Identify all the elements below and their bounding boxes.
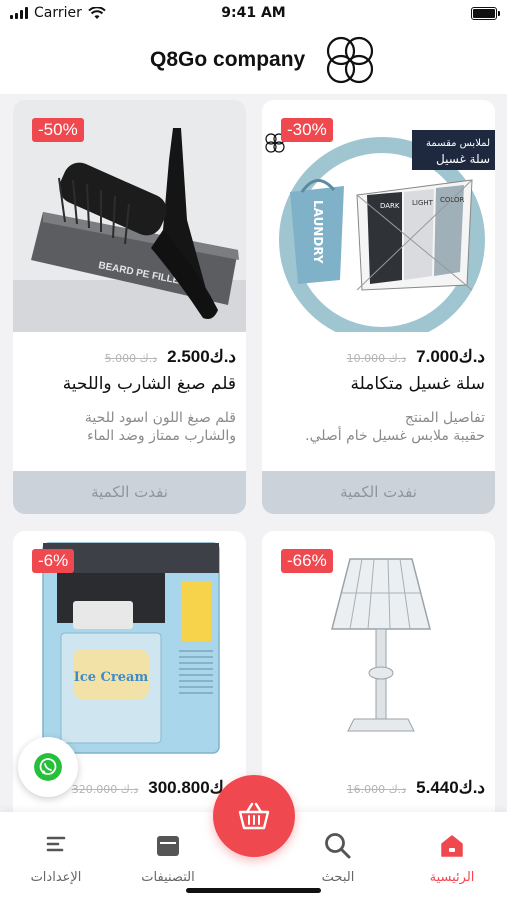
ice-cream-label: Ice Cream (74, 670, 149, 685)
product-title: قلم صبغ الشارب واللحية (62, 374, 236, 394)
basket-icon (238, 802, 270, 830)
laundry-banner-line-1: لملابس مقسمة (426, 138, 490, 149)
menu-lines-icon (46, 836, 66, 852)
sold-out-button[interactable]: نفدت الكمية (262, 471, 495, 514)
price-row: 320.000 د.ك 300.800د.ك (72, 778, 236, 798)
status-bar: Carrier 9:41 AM (0, 0, 507, 28)
product-card-laundry[interactable]: لملابس مقسمة سلة غسيل LAUNDRY DARK LIGHT… (262, 100, 495, 514)
company-logo (326, 36, 374, 84)
nav-home[interactable]: الرئيسية (402, 812, 502, 900)
laundry-banner-line-2: سلة غسيل (436, 152, 490, 166)
nav-label-home: الرئيسية (429, 870, 475, 885)
product-card-crystal-lamp[interactable]: -66% 16.000 د.ك 5.440د.ك (262, 531, 495, 821)
laundry-label-color: COLOR (440, 196, 465, 204)
nav-settings[interactable]: الإعدادات (6, 812, 106, 900)
product-title: سلة غسيل متكاملة (350, 374, 485, 394)
app-header: Q8Go company (0, 28, 507, 94)
discount-badge: -30% (281, 118, 333, 142)
categories-icon (157, 836, 179, 856)
status-time: 9:41 AM (221, 5, 286, 21)
nav-label-categories: التصنيفات (141, 870, 195, 885)
product-desc-line-1: تفاصيل المنتج (404, 410, 485, 426)
nav-categories[interactable]: التصنيفات (118, 812, 218, 900)
whatsapp-button[interactable] (18, 737, 78, 797)
new-price: 2.500د.ك (167, 347, 236, 366)
old-price: 5.000 د.ك (104, 352, 158, 365)
new-price: 7.000د.ك (416, 347, 485, 366)
battery-icon (471, 7, 500, 20)
price-row: 10.000 د.ك 7.000د.ك (347, 347, 485, 367)
product-desc-line-1: قلم صبغ اللون اسود للحية (84, 410, 236, 426)
discount-badge: -6% (32, 549, 75, 573)
new-price: 5.440د.ك (416, 778, 485, 797)
sold-out-button[interactable]: نفدت الكمية (13, 471, 246, 514)
product-card-beard-pen[interactable]: BEARD PE FILLER -50% 5.000 د.ك 2.500د.ك … (13, 100, 246, 514)
price-row: 5.000 د.ك 2.500د.ك (105, 347, 236, 367)
laundry-label-dark: DARK (380, 202, 400, 210)
cart-button[interactable] (213, 775, 295, 857)
nav-label-settings: الإعدادات (30, 870, 82, 885)
discount-badge: -50% (32, 118, 84, 142)
product-desc-line-2: والشارب ممتاز وضد الماء (87, 428, 236, 444)
home-icon (441, 835, 463, 857)
home-indicator (186, 888, 321, 893)
nav-search[interactable]: البحث (288, 812, 388, 900)
old-price: 10.000 د.ك (346, 352, 407, 365)
old-price: 16.000 د.ك (346, 783, 407, 796)
old-price: 320.000 د.ك (71, 783, 139, 796)
laundry-bag-label: LAUNDRY (311, 200, 325, 264)
search-icon (325, 833, 351, 859)
product-desc-line-2: حقيبة ملابس غسيل خام أصلي. (305, 428, 485, 444)
nav-label-search: البحث (321, 870, 355, 885)
discount-badge: -66% (281, 549, 333, 573)
company-name: Q8Go company (150, 48, 306, 71)
whatsapp-icon (34, 753, 62, 781)
laundry-label-light: LIGHT (412, 199, 434, 207)
price-row: 16.000 د.ك 5.440د.ك (347, 778, 485, 798)
